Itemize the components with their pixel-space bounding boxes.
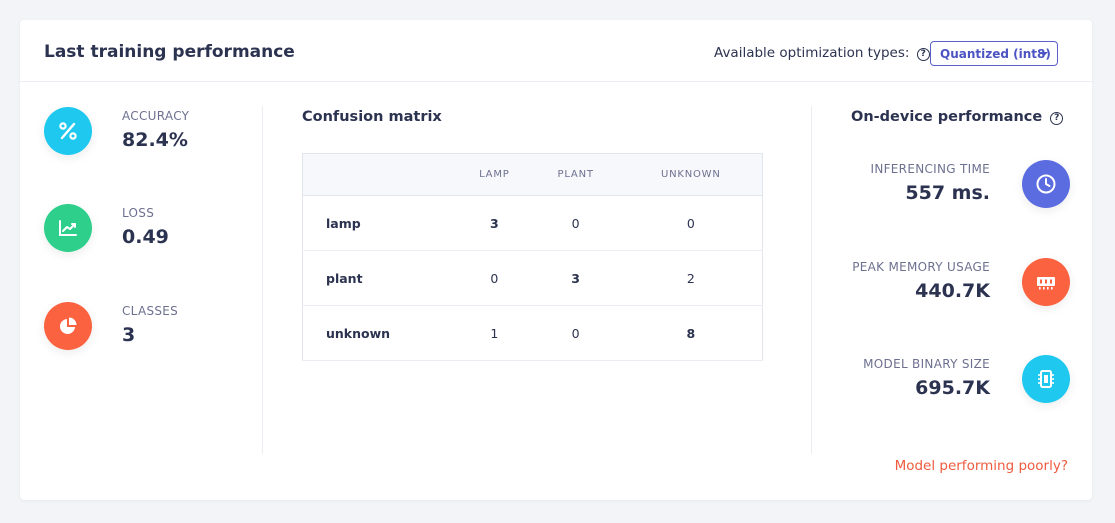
training-performance-card: Last training performance Available opti…	[20, 20, 1092, 500]
optimization-type-select[interactable]: Quantized (int8)	[930, 41, 1058, 66]
card-title: Last training performance	[44, 42, 295, 62]
metric-label: PEAK MEMORY USAGE	[852, 260, 990, 274]
metric-value: 557 ms.	[905, 182, 990, 204]
column-header: UNKNOWN	[619, 153, 763, 196]
metric-value: 440.7K	[915, 280, 990, 302]
row-header: unknown	[302, 305, 457, 361]
trending-chart-icon	[44, 204, 92, 252]
table-cell: 0	[457, 250, 532, 306]
pie-chart-icon	[44, 302, 92, 350]
metric-loss: LOSS 0.49	[44, 204, 254, 254]
optimization-type-value: Quantized (int8)	[940, 47, 1051, 61]
help-icon[interactable]: ?	[916, 48, 930, 61]
table-cell: 8	[619, 305, 763, 361]
confusion-matrix-table: LAMP PLANT UNKNOWN lamp 3 0 0 plant 0 3 …	[302, 153, 763, 361]
metric-value: 3	[122, 324, 136, 346]
table-row: plant 0 3 2	[302, 250, 763, 306]
table-cell: 1	[457, 305, 532, 361]
row-header: plant	[302, 250, 457, 306]
metric-label: LOSS	[122, 206, 155, 220]
table-corner-cell	[302, 153, 457, 196]
chevron-down-icon	[1040, 52, 1048, 56]
on-device-title: On-device performance ?	[851, 109, 1064, 125]
on-device-inferencing-time: INFERENCING TIME 557 ms.	[840, 160, 1070, 210]
metric-label: INFERENCING TIME	[870, 162, 990, 176]
metric-label: ACCURACY	[122, 109, 190, 123]
metric-accuracy: ACCURACY 82.4%	[44, 107, 254, 157]
metric-classes: CLASSES 3	[44, 302, 254, 352]
table-cell: 3	[457, 195, 532, 251]
metric-label: CLASSES	[122, 304, 179, 318]
divider	[262, 106, 263, 454]
table-cell: 3	[531, 250, 620, 306]
help-icon[interactable]: ?	[1050, 112, 1064, 125]
table-row: lamp 3 0 0	[302, 195, 763, 251]
optimization-types-label: Available optimization types: ?	[714, 45, 930, 61]
column-header: PLANT	[531, 153, 620, 196]
card-header: Last training performance Available opti…	[20, 20, 1092, 82]
metric-value: 82.4%	[122, 129, 188, 151]
row-header: lamp	[302, 195, 457, 251]
on-device-title-text: On-device performance	[851, 109, 1043, 125]
table-cell: 0	[619, 195, 763, 251]
divider	[811, 106, 812, 454]
optimization-types-text: Available optimization types:	[714, 45, 910, 61]
metric-value: 0.49	[122, 226, 169, 248]
clock-icon	[1022, 160, 1070, 208]
metric-value: 695.7K	[915, 377, 990, 399]
table-header-row: LAMP PLANT UNKNOWN	[302, 153, 763, 196]
confusion-matrix-title: Confusion matrix	[302, 109, 442, 125]
table-cell: 0	[531, 195, 620, 251]
memory-chip-icon	[1022, 258, 1070, 306]
microchip-icon	[1022, 355, 1070, 403]
column-header: LAMP	[457, 153, 532, 196]
on-device-peak-memory: PEAK MEMORY USAGE 440.7K	[840, 258, 1070, 308]
model-performing-poorly-link[interactable]: Model performing poorly?	[895, 458, 1068, 474]
on-device-model-binary-size: MODEL BINARY SIZE 695.7K	[840, 355, 1070, 405]
metric-label: MODEL BINARY SIZE	[863, 357, 990, 371]
table-row: unknown 1 0 8	[302, 305, 763, 361]
table-cell: 2	[619, 250, 763, 306]
table-cell: 0	[531, 305, 620, 361]
percent-icon	[44, 107, 92, 155]
